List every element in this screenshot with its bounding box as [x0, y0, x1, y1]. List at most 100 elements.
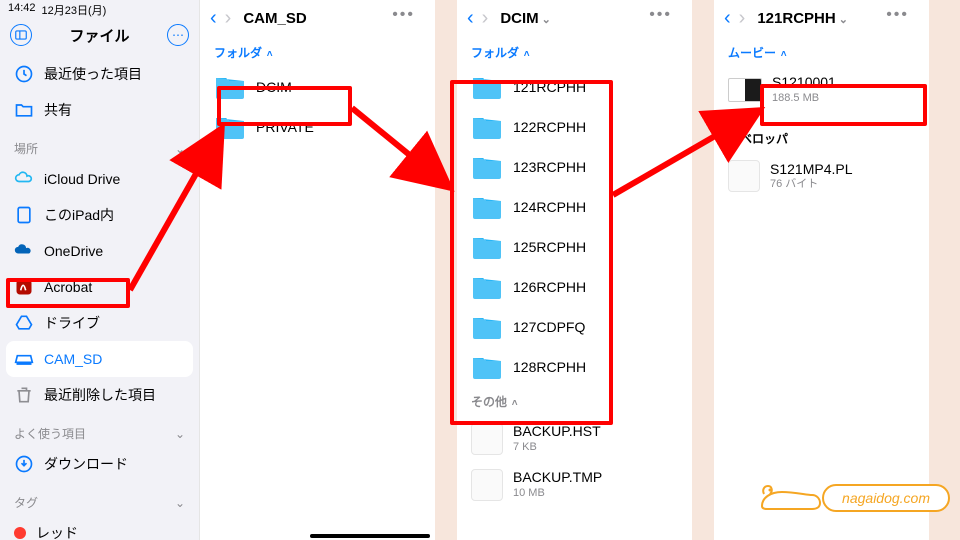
back-button[interactable]: ‹	[467, 8, 474, 28]
sidebar-section-favorites[interactable]: よく使う項目 ⌄	[6, 413, 193, 446]
sidebar-section-locations[interactable]: 場所 ⌄	[6, 128, 193, 161]
folder-icon	[471, 234, 503, 260]
watermark: nagaidog.com	[752, 476, 950, 520]
movie-row[interactable]: S1210001188.5 MB	[714, 67, 929, 112]
folder-row[interactable]: PRIVATE	[200, 107, 435, 147]
sidebar-item-gdrive[interactable]: ドライブ	[6, 305, 193, 341]
sidebar-item-trash[interactable]: 最近削除した項目	[6, 377, 193, 413]
sidebar-toggle-button[interactable]	[10, 24, 32, 46]
status-time: 14:42	[8, 2, 36, 18]
sidebar-item-label: 最近使った項目	[44, 64, 142, 84]
folder-row[interactable]: 128RCPHH	[457, 347, 692, 387]
sidebar-item-onedrive[interactable]: OneDrive	[6, 233, 193, 269]
gdrive-icon	[14, 313, 34, 333]
folder-name: 127CDPFQ	[513, 319, 585, 335]
chevron-down-icon[interactable]: ⌄	[839, 14, 848, 26]
sidebar-item-icloud[interactable]: iCloud Drive	[6, 161, 193, 197]
folder-name: 123RCPHH	[513, 159, 586, 175]
section-developer[interactable]: デベロッパ	[714, 124, 929, 153]
file-name: BACKUP.TMP	[513, 469, 602, 487]
sidebar-item-camsd[interactable]: CAM_SD	[6, 341, 193, 377]
tag-dot-icon	[14, 527, 26, 539]
chevron-down-icon: ⌄	[175, 142, 185, 156]
sidebar-item-recent[interactable]: 最近使った項目	[6, 56, 193, 92]
file-name: S121MP4.PL	[770, 161, 853, 179]
column-header: ‹ › DCIM⌄ •••	[457, 0, 692, 38]
file-size: 188.5 MB	[772, 92, 836, 106]
column-header: ‹ › 121RCPHH⌄ •••	[714, 0, 929, 38]
sidebar-item-label: ダウンロード	[44, 454, 128, 474]
sidebar-item-downloads[interactable]: ダウンロード	[6, 446, 193, 482]
download-icon	[14, 454, 34, 474]
forward-button[interactable]: ›	[739, 8, 746, 28]
folder-row[interactable]: 126RCPHH	[457, 267, 692, 307]
folder-row[interactable]: 121RCPHH	[457, 67, 692, 107]
folder-row[interactable]: DCIM	[200, 67, 435, 107]
sidebar-section-tags[interactable]: タグ ⌄	[6, 482, 193, 515]
file-name: BACKUP.HST	[513, 423, 601, 441]
sidebar-item-acrobat[interactable]: Acrobat	[6, 269, 193, 305]
sidebar-header: ファイル ⋯	[0, 18, 199, 56]
back-button[interactable]: ‹	[210, 8, 217, 28]
home-indicator	[310, 534, 430, 538]
sidebar-title: ファイル	[69, 25, 129, 46]
watermark-text: nagaidog.com	[842, 490, 930, 506]
folder-row[interactable]: 123RCPHH	[457, 147, 692, 187]
file-name: S1210001	[772, 74, 836, 92]
sidebar-more-button[interactable]: ⋯	[167, 24, 189, 46]
forward-button[interactable]: ›	[225, 8, 232, 28]
file-row[interactable]: S121MP4.PL76 バイト	[714, 153, 929, 199]
sidebar-tag-red[interactable]: レッド	[6, 515, 193, 540]
section-movie[interactable]: ムービー ˄	[714, 38, 929, 67]
file-icon	[471, 469, 503, 501]
dog-icon	[752, 476, 822, 520]
folder-row[interactable]: 124RCPHH	[457, 187, 692, 227]
acrobat-icon	[14, 277, 34, 297]
folder-icon	[471, 74, 503, 100]
video-thumbnail-icon	[728, 78, 762, 102]
more-button[interactable]: •••	[876, 6, 919, 24]
more-button[interactable]: •••	[639, 6, 682, 24]
folder-list: DCIM PRIVATE	[200, 67, 435, 147]
folder-row[interactable]: 127CDPFQ	[457, 307, 692, 347]
file-icon	[728, 160, 760, 192]
file-icon	[471, 423, 503, 455]
folder-icon	[471, 114, 503, 140]
folder-icon	[471, 154, 503, 180]
folder-icon	[471, 194, 503, 220]
section-folders[interactable]: フォルダ ˄	[200, 38, 435, 67]
sidebar-item-label: このiPad内	[44, 205, 114, 225]
cloud-icon	[14, 169, 34, 189]
file-row: BACKUP.HST7 KB	[457, 416, 692, 462]
forward-button[interactable]: ›	[482, 8, 489, 28]
column-header: ‹ › CAM_SD •••	[200, 0, 435, 38]
folder-row[interactable]: 125RCPHH	[457, 227, 692, 267]
sidebar: 14:42 12月23日(月) ファイル ⋯ 最近使った項目 共有 場所 ⌄	[0, 0, 200, 540]
ipad-icon	[14, 205, 34, 225]
back-button[interactable]: ‹	[724, 8, 731, 28]
folder-name: 128RCPHH	[513, 359, 586, 375]
chevron-down-icon[interactable]: ⌄	[542, 14, 551, 26]
folder-person-icon	[14, 100, 34, 120]
folder-icon	[214, 74, 246, 100]
onedrive-icon	[14, 241, 34, 261]
sidebar-item-label: OneDrive	[44, 243, 103, 259]
sidebar-item-label: 最近削除した項目	[44, 385, 156, 405]
sidebar-item-ipad[interactable]: このiPad内	[6, 197, 193, 233]
section-folders[interactable]: フォルダ ˄	[457, 38, 692, 67]
sidebar-item-label: Acrobat	[44, 279, 92, 295]
section-other[interactable]: その他 ˄	[457, 387, 692, 416]
sidebar-item-shared[interactable]: 共有	[6, 92, 193, 128]
clock-icon	[14, 64, 34, 84]
folder-icon	[214, 114, 246, 140]
column-title: CAM_SD	[243, 10, 306, 27]
sidebar-item-label: レッド	[36, 523, 78, 540]
more-button[interactable]: •••	[382, 6, 425, 24]
folder-icon	[471, 354, 503, 380]
folder-name: 121RCPHH	[513, 79, 586, 95]
folder-name: 125RCPHH	[513, 239, 586, 255]
file-row[interactable]: BACKUP.TMP10 MB	[457, 462, 692, 508]
folder-row[interactable]: 122RCPHH	[457, 107, 692, 147]
folder-icon	[471, 314, 503, 340]
column-dcim: ‹ › DCIM⌄ ••• フォルダ ˄ 121RCPHH 122RCPHH 123…	[457, 0, 692, 540]
